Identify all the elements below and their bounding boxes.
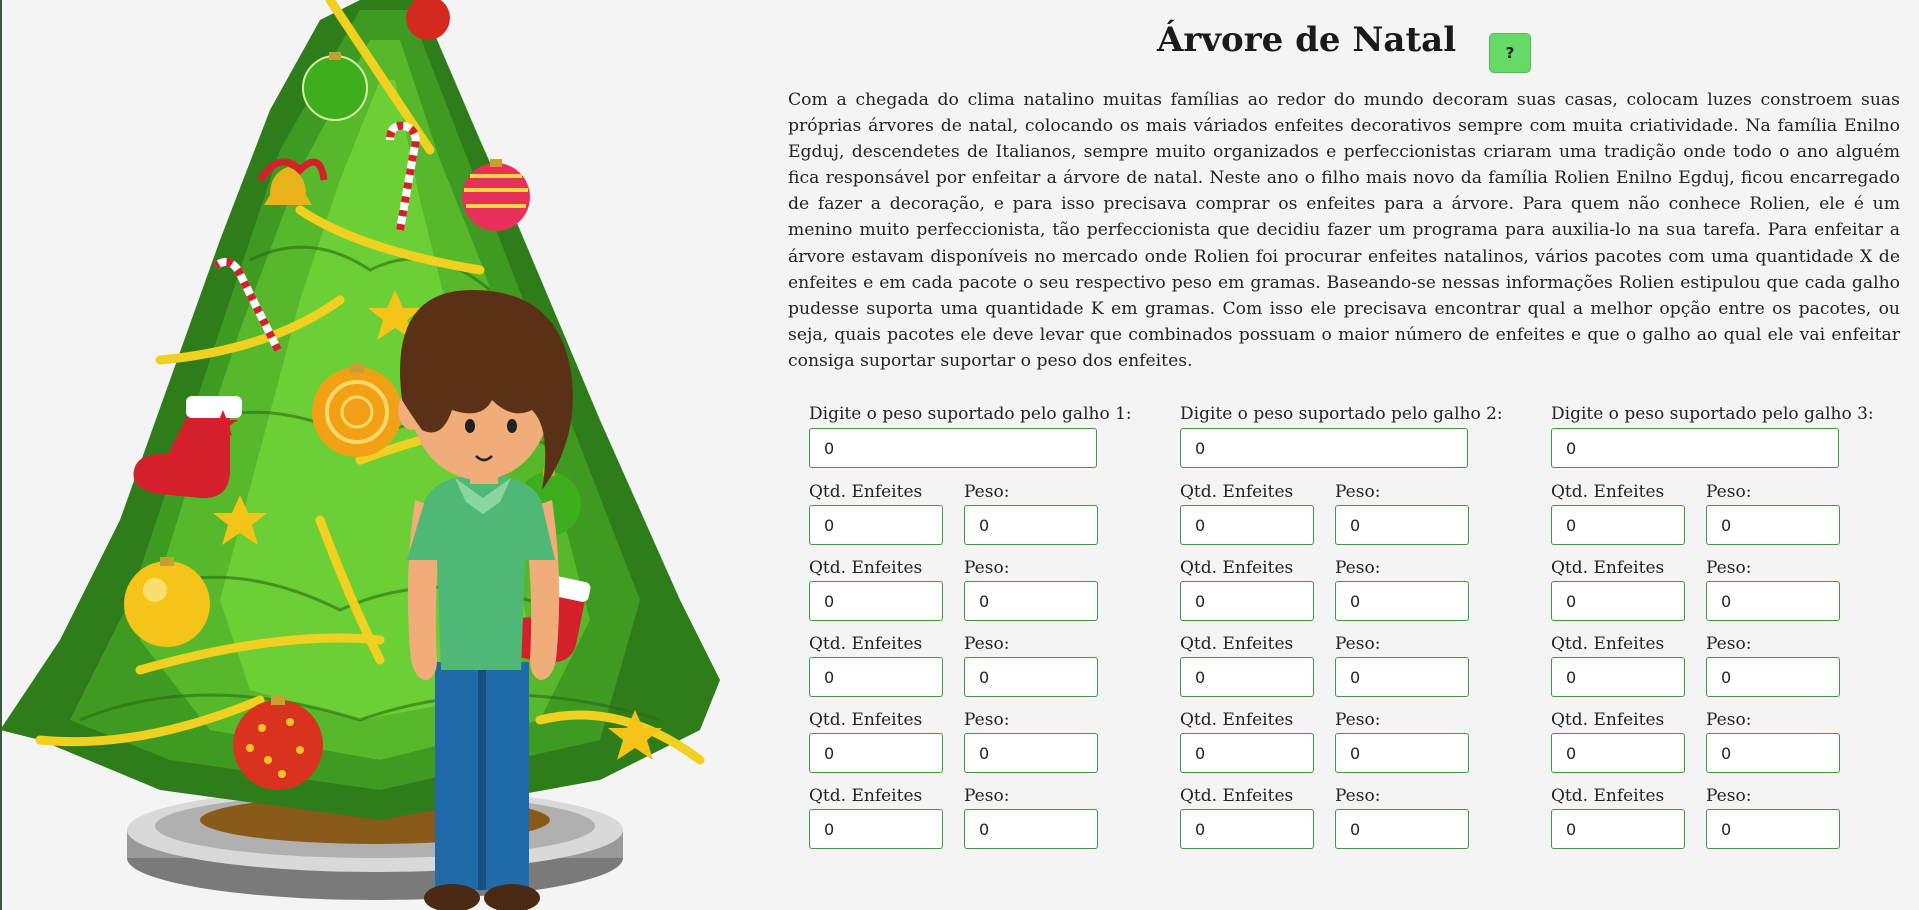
package-weight-input[interactable] bbox=[1335, 581, 1469, 621]
qty-input[interactable] bbox=[1551, 657, 1685, 697]
problem-description: Com a chegada do clima natalino muitas f… bbox=[788, 90, 1900, 371]
qty-label: Qtd. Enfeites bbox=[1180, 786, 1294, 806]
weight-label: Peso: bbox=[964, 786, 1010, 806]
package-weight-input[interactable] bbox=[1706, 657, 1840, 697]
qty-label: Qtd. Enfeites bbox=[809, 558, 923, 578]
qty-input[interactable] bbox=[809, 733, 943, 773]
qty-label: Qtd. Enfeites bbox=[1551, 710, 1665, 730]
package-weight-input[interactable] bbox=[1335, 657, 1469, 697]
branch-weight-input[interactable] bbox=[809, 428, 1097, 468]
weight-label: Peso: bbox=[1335, 558, 1381, 578]
package-weight-input[interactable] bbox=[1706, 809, 1840, 849]
qty-label: Qtd. Enfeites bbox=[1551, 634, 1665, 654]
qty-input[interactable] bbox=[1180, 581, 1314, 621]
weight-label: Peso: bbox=[1335, 634, 1381, 654]
package-weight-input[interactable] bbox=[1706, 733, 1840, 773]
weight-label: Peso: bbox=[964, 634, 1010, 654]
qty-input[interactable] bbox=[1180, 809, 1314, 849]
qty-input[interactable] bbox=[1180, 733, 1314, 773]
qty-input[interactable] bbox=[1551, 581, 1685, 621]
qty-input[interactable] bbox=[1180, 505, 1314, 545]
qty-label: Qtd. Enfeites bbox=[1180, 558, 1294, 578]
package-weight-input[interactable] bbox=[964, 733, 1098, 773]
christmas-tree-illustration bbox=[0, 0, 720, 910]
weight-label: Peso: bbox=[964, 482, 1010, 502]
branch-weight-label: Digite o peso suportado pelo galho 2: bbox=[1180, 404, 1503, 424]
qty-label: Qtd. Enfeites bbox=[1551, 558, 1665, 578]
page-title: Árvore de Natal bbox=[1157, 20, 1457, 60]
qty-input[interactable] bbox=[1551, 809, 1685, 849]
help-button[interactable]: ? bbox=[1489, 33, 1531, 73]
qty-input[interactable] bbox=[1551, 733, 1685, 773]
qty-input[interactable] bbox=[809, 657, 943, 697]
qty-label: Qtd. Enfeites bbox=[1180, 710, 1294, 730]
branch-weight-label: Digite o peso suportado pelo galho 3: bbox=[1551, 404, 1874, 424]
qty-label: Qtd. Enfeites bbox=[1180, 634, 1294, 654]
header: Árvore de Natal ? bbox=[780, 20, 1900, 73]
qty-label: Qtd. Enfeites bbox=[1551, 786, 1665, 806]
qty-input[interactable] bbox=[1551, 505, 1685, 545]
weight-label: Peso: bbox=[1335, 482, 1381, 502]
weight-label: Peso: bbox=[964, 710, 1010, 730]
package-weight-input[interactable] bbox=[1335, 809, 1469, 849]
qty-label: Qtd. Enfeites bbox=[809, 786, 923, 806]
weight-label: Peso: bbox=[1706, 786, 1752, 806]
qty-input[interactable] bbox=[1180, 657, 1314, 697]
branch-weight-input[interactable] bbox=[1180, 428, 1468, 468]
qty-label: Qtd. Enfeites bbox=[1551, 482, 1665, 502]
qty-label: Qtd. Enfeites bbox=[809, 710, 923, 730]
branch-2-form: Digite o peso suportado pelo galho 2: Qt… bbox=[1180, 403, 1520, 849]
package-weight-input[interactable] bbox=[1706, 505, 1840, 545]
weight-label: Peso: bbox=[1335, 786, 1381, 806]
qty-input[interactable] bbox=[809, 505, 943, 545]
qty-label: Qtd. Enfeites bbox=[809, 482, 923, 502]
qty-input[interactable] bbox=[809, 581, 943, 621]
qty-label: Qtd. Enfeites bbox=[809, 634, 923, 654]
branch-weight-input[interactable] bbox=[1551, 428, 1839, 468]
package-weight-input[interactable] bbox=[1335, 733, 1469, 773]
package-weight-input[interactable] bbox=[964, 581, 1098, 621]
weight-label: Peso: bbox=[1706, 634, 1752, 654]
branch-3-form: Digite o peso suportado pelo galho 3: Qt… bbox=[1551, 403, 1891, 849]
package-weight-input[interactable] bbox=[964, 657, 1098, 697]
weight-label: Peso: bbox=[964, 558, 1010, 578]
package-weight-input[interactable] bbox=[1335, 505, 1469, 545]
package-weight-input[interactable] bbox=[964, 505, 1098, 545]
weight-label: Peso: bbox=[1706, 558, 1752, 578]
branch-weight-label: Digite o peso suportado pelo galho 1: bbox=[809, 404, 1132, 424]
branch-1-form: Digite o peso suportado pelo galho 1: Qt… bbox=[809, 403, 1149, 849]
weight-label: Peso: bbox=[1335, 710, 1381, 730]
package-weight-input[interactable] bbox=[1706, 581, 1840, 621]
qty-input[interactable] bbox=[809, 809, 943, 849]
weight-label: Peso: bbox=[1706, 710, 1752, 730]
qty-label: Qtd. Enfeites bbox=[1180, 482, 1294, 502]
weight-label: Peso: bbox=[1706, 482, 1752, 502]
package-weight-input[interactable] bbox=[964, 809, 1098, 849]
